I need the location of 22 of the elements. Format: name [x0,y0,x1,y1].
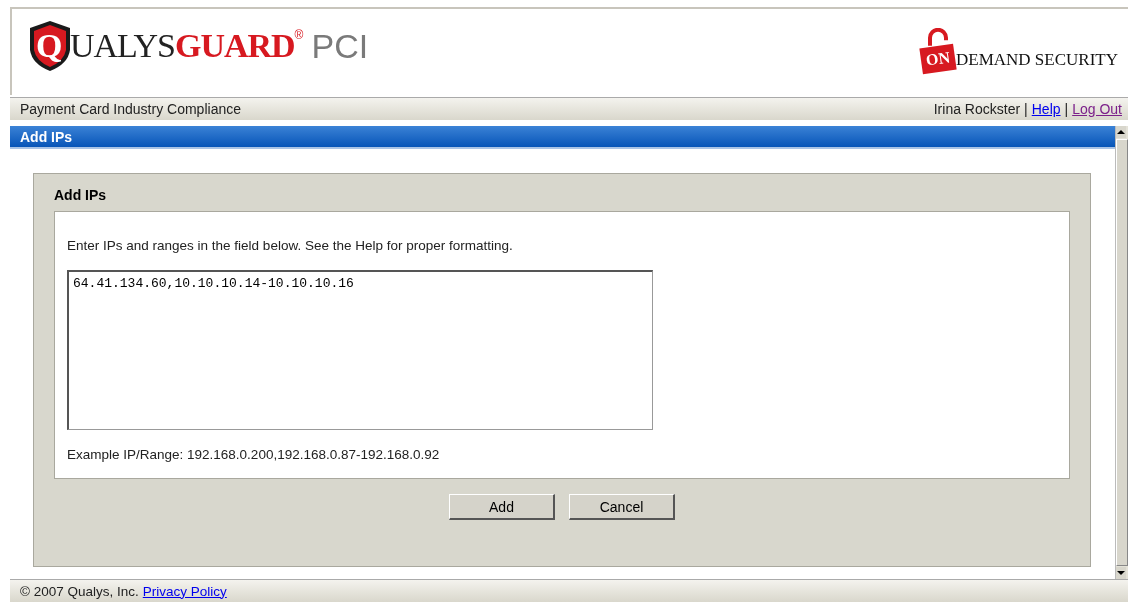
product-name: PCI [311,26,369,66]
example-text: Example IP/Range: 192.168.0.200,192.168.0.87-192.168.0.92 [67,447,441,462]
privacy-link[interactable]: Privacy Policy [142,583,227,599]
logo-text: UALYS [70,27,175,65]
copyright: © 2007 Qualys, Inc. [20,583,139,599]
form-button[interactable]: Cancel [569,494,675,520]
partner-logo-text: DEMAND SECURITY [956,50,1118,70]
app-title: Payment Card Industry Compliance [20,101,241,117]
panel-title: Add IPs [54,186,108,205]
nav-link[interactable]: Help [1031,101,1061,117]
nav-link[interactable]: Log Out [1072,101,1122,117]
instructions: Enter IPs and ranges in the field below. See the Help for proper formatting. [67,238,514,253]
logo-initial: Q [36,27,63,65]
page-title: Add IPs [20,128,73,145]
logo-text: GUARD [174,27,295,65]
ip-input-field[interactable]: 64.41.134.60,10.10.10.14-10.10.10.16 [67,270,653,430]
form-button[interactable]: Add [449,494,555,520]
registered-mark: ® [294,28,304,42]
user-name: Irina Rockster [933,101,1021,117]
separator: | [1024,101,1028,117]
separator: | [1064,101,1069,117]
padlock-badge: ON [919,43,957,75]
